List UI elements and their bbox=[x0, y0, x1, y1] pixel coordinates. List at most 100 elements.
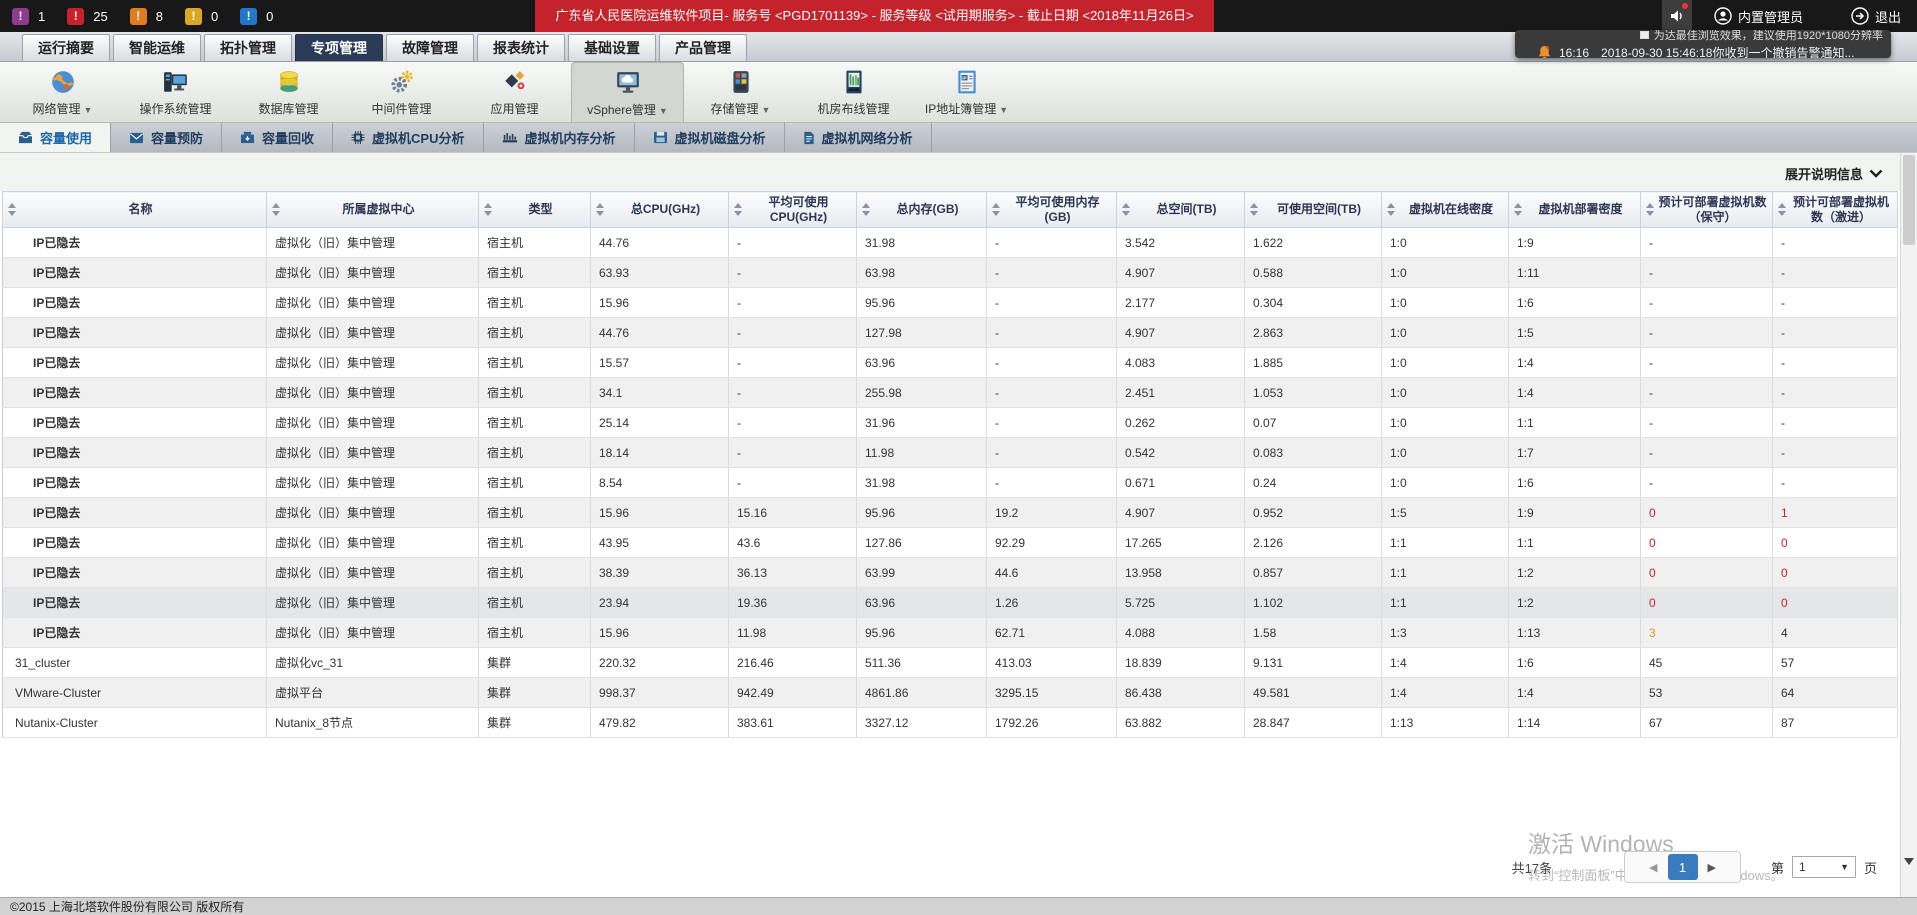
tool-ip-address-management[interactable]: IP IP地址簿管理▼ bbox=[910, 62, 1023, 122]
col-header-total-space[interactable]: 总空间(TB) bbox=[1117, 192, 1245, 228]
tab-operation-summary[interactable]: 运行摘要 bbox=[22, 34, 110, 61]
tool-vsphere-management[interactable]: vSphere管理▼ bbox=[571, 62, 684, 122]
next-page-button[interactable]: ▶ bbox=[1698, 861, 1726, 874]
subtab-capacity-recycle[interactable]: 容量回收 bbox=[222, 123, 333, 152]
cell: - bbox=[987, 468, 1117, 498]
table-row[interactable]: Nutanix-ClusterNutanix_8节点集群479.82383.61… bbox=[3, 708, 1898, 738]
sort-icon[interactable] bbox=[1646, 203, 1654, 216]
tool-room-cabling-management[interactable]: 机房布线管理 bbox=[797, 62, 910, 122]
cell: 虚拟化（旧）集中管理 bbox=[267, 498, 479, 528]
tool-storage-management[interactable]: 存储管理▼ bbox=[684, 62, 797, 122]
col-header-name[interactable]: 名称 bbox=[3, 192, 267, 228]
tool-database-management[interactable]: 数据库管理 bbox=[232, 62, 345, 122]
table-row[interactable]: 31_cluster虚拟化vc_31集群220.32216.46511.3641… bbox=[3, 648, 1898, 678]
tool-middleware-management[interactable]: 中间件管理 bbox=[345, 62, 458, 122]
current-page-button[interactable]: 1 bbox=[1668, 854, 1698, 880]
speaker-icon bbox=[1669, 8, 1685, 24]
table-row[interactable]: IP已隐去虚拟化（旧）集中管理宿主机63.93-63.98-4.9070.588… bbox=[3, 258, 1898, 288]
subtab-capacity-usage[interactable]: 容量使用 bbox=[0, 123, 111, 152]
table-row[interactable]: IP已隐去虚拟化（旧）集中管理宿主机34.1-255.98-2.4511.053… bbox=[3, 378, 1898, 408]
sort-icon[interactable] bbox=[1778, 203, 1786, 216]
tab-product-management[interactable]: 产品管理 bbox=[659, 34, 747, 61]
subtab-vm-network-analysis[interactable]: 虚拟机网络分析 bbox=[785, 123, 932, 152]
col-header-vcenter[interactable]: 所属虚拟中心 bbox=[267, 192, 479, 228]
subtab-vm-memory-analysis[interactable]: 虚拟机内存分析 bbox=[484, 123, 635, 152]
col-header-type[interactable]: 类型 bbox=[479, 192, 591, 228]
cell: 0 bbox=[1641, 498, 1773, 528]
tool-application-management[interactable]: 应用管理 bbox=[458, 62, 571, 122]
sort-icon[interactable] bbox=[862, 203, 870, 216]
table-row[interactable]: IP已隐去虚拟化（旧）集中管理宿主机25.14-31.96-0.2620.071… bbox=[3, 408, 1898, 438]
col-header-deployable-aggressive[interactable]: 预计可部署虚拟机数（激进） bbox=[1773, 192, 1898, 228]
col-header-vm-deploy-density[interactable]: 虚拟机部署密度 bbox=[1509, 192, 1641, 228]
alert-badge-critical[interactable]: ! 1 bbox=[12, 8, 45, 25]
tab-report-statistics[interactable]: 报表统计 bbox=[477, 34, 565, 61]
logout-icon bbox=[1851, 7, 1869, 25]
vertical-scrollbar[interactable] bbox=[1900, 153, 1917, 897]
alert-badge-major[interactable]: ! 25 bbox=[67, 8, 107, 25]
cell: 1.622 bbox=[1245, 228, 1382, 258]
alert-badge-warning[interactable]: ! 0 bbox=[185, 8, 218, 25]
cell: 2.451 bbox=[1117, 378, 1245, 408]
sort-icon[interactable] bbox=[1250, 203, 1258, 216]
sort-icon[interactable] bbox=[1514, 203, 1522, 216]
tool-network-management[interactable]: 网络管理▼ bbox=[6, 62, 119, 122]
scroll-down-button[interactable] bbox=[1901, 853, 1917, 869]
col-header-deployable-conservative[interactable]: 预计可部署虚拟机数（保守） bbox=[1641, 192, 1773, 228]
tab-basic-settings[interactable]: 基础设置 bbox=[568, 34, 656, 61]
tab-intelligent-ops[interactable]: 智能运维 bbox=[113, 34, 201, 61]
envelope-alert-icon bbox=[129, 131, 144, 144]
cell: 1.26 bbox=[987, 588, 1117, 618]
col-header-avg-cpu[interactable]: 平均可使用CPU(GHz) bbox=[729, 192, 857, 228]
tool-os-management[interactable]: 操作系统管理 bbox=[119, 62, 232, 122]
subtab-capacity-prevention[interactable]: 容量预防 bbox=[111, 123, 222, 152]
col-header-avail-space[interactable]: 可使用空间(TB) bbox=[1245, 192, 1382, 228]
cell: 虚拟化（旧）集中管理 bbox=[267, 558, 479, 588]
cell: 1:14 bbox=[1509, 708, 1641, 738]
table-row[interactable]: IP已隐去虚拟化（旧）集中管理宿主机15.57-63.96-4.0831.885… bbox=[3, 348, 1898, 378]
col-header-total-cpu[interactable]: 总CPU(GHz) bbox=[591, 192, 729, 228]
table-row[interactable]: IP已隐去虚拟化（旧）集中管理宿主机43.9543.6127.8692.2917… bbox=[3, 528, 1898, 558]
alert-badge-minor[interactable]: ! 8 bbox=[130, 8, 163, 25]
page-select-dropdown[interactable]: 1 ▼ bbox=[1792, 856, 1856, 878]
expand-info-link[interactable]: 展开说明信息 bbox=[1785, 164, 1883, 183]
tab-fault-management[interactable]: 故障管理 bbox=[386, 34, 474, 61]
col-header-avg-mem[interactable]: 平均可使用内存(GB) bbox=[987, 192, 1117, 228]
table-row[interactable]: IP已隐去虚拟化（旧）集中管理宿主机15.9615.1695.9619.24.9… bbox=[3, 498, 1898, 528]
cell-name: IP已隐去 bbox=[3, 378, 267, 408]
sort-icon[interactable] bbox=[272, 203, 280, 216]
prev-page-button[interactable]: ◀ bbox=[1639, 861, 1667, 874]
sort-icon[interactable] bbox=[734, 203, 742, 216]
table-row[interactable]: IP已隐去虚拟化（旧）集中管理宿主机44.76-31.98-3.5421.622… bbox=[3, 228, 1898, 258]
table-row[interactable]: IP已隐去虚拟化（旧）集中管理宿主机38.3936.1363.9944.613.… bbox=[3, 558, 1898, 588]
sort-icon[interactable] bbox=[992, 203, 1000, 216]
cell: 宿主机 bbox=[479, 498, 591, 528]
sort-icon[interactable] bbox=[8, 203, 16, 216]
table-row[interactable]: IP已隐去虚拟化（旧）集中管理宿主机18.14-11.98-0.5420.083… bbox=[3, 438, 1898, 468]
table-row[interactable]: VMware-Cluster虚拟平台集群998.37942.494861.863… bbox=[3, 678, 1898, 708]
scrollbar-thumb[interactable] bbox=[1903, 155, 1915, 245]
sound-toggle-button[interactable] bbox=[1662, 0, 1692, 32]
notification-toast[interactable]: 为达最佳浏览效果，建议使用1920*1080分辨率 16:16 2018-09-… bbox=[1515, 30, 1891, 58]
user-menu[interactable]: 内置管理员 bbox=[1714, 7, 1803, 26]
col-header-total-mem[interactable]: 总内存(GB) bbox=[857, 192, 987, 228]
subtab-vm-disk-analysis[interactable]: 虚拟机磁盘分析 bbox=[635, 123, 785, 152]
cell: 0.857 bbox=[1245, 558, 1382, 588]
tab-topology[interactable]: 拓扑管理 bbox=[204, 34, 292, 61]
table-row[interactable]: IP已隐去虚拟化（旧）集中管理宿主机15.96-95.96-2.1770.304… bbox=[3, 288, 1898, 318]
table-row[interactable]: IP已隐去虚拟化（旧）集中管理宿主机8.54-31.98-0.6710.241:… bbox=[3, 468, 1898, 498]
table-row[interactable]: IP已隐去虚拟化（旧）集中管理宿主机44.76-127.98-4.9072.86… bbox=[3, 318, 1898, 348]
alert-badge-info[interactable]: ! 0 bbox=[240, 8, 273, 25]
sort-icon[interactable] bbox=[596, 203, 604, 216]
table-row[interactable]: IP已隐去虚拟化（旧）集中管理宿主机15.9611.9895.9662.714.… bbox=[3, 618, 1898, 648]
sort-icon[interactable] bbox=[1122, 203, 1130, 216]
cell: 1:13 bbox=[1509, 618, 1641, 648]
logout-button[interactable]: 退出 bbox=[1851, 7, 1901, 26]
subtab-vm-cpu-analysis[interactable]: 虚拟机CPU分析 bbox=[333, 123, 483, 152]
table-row[interactable]: IP已隐去虚拟化（旧）集中管理宿主机23.9419.3663.961.265.7… bbox=[3, 588, 1898, 618]
sort-icon[interactable] bbox=[484, 203, 492, 216]
col-header-vm-online-density[interactable]: 虚拟机在线密度 bbox=[1382, 192, 1509, 228]
cell: 0 bbox=[1641, 558, 1773, 588]
tab-special-management[interactable]: 专项管理 bbox=[295, 34, 383, 61]
sort-icon[interactable] bbox=[1387, 203, 1395, 216]
